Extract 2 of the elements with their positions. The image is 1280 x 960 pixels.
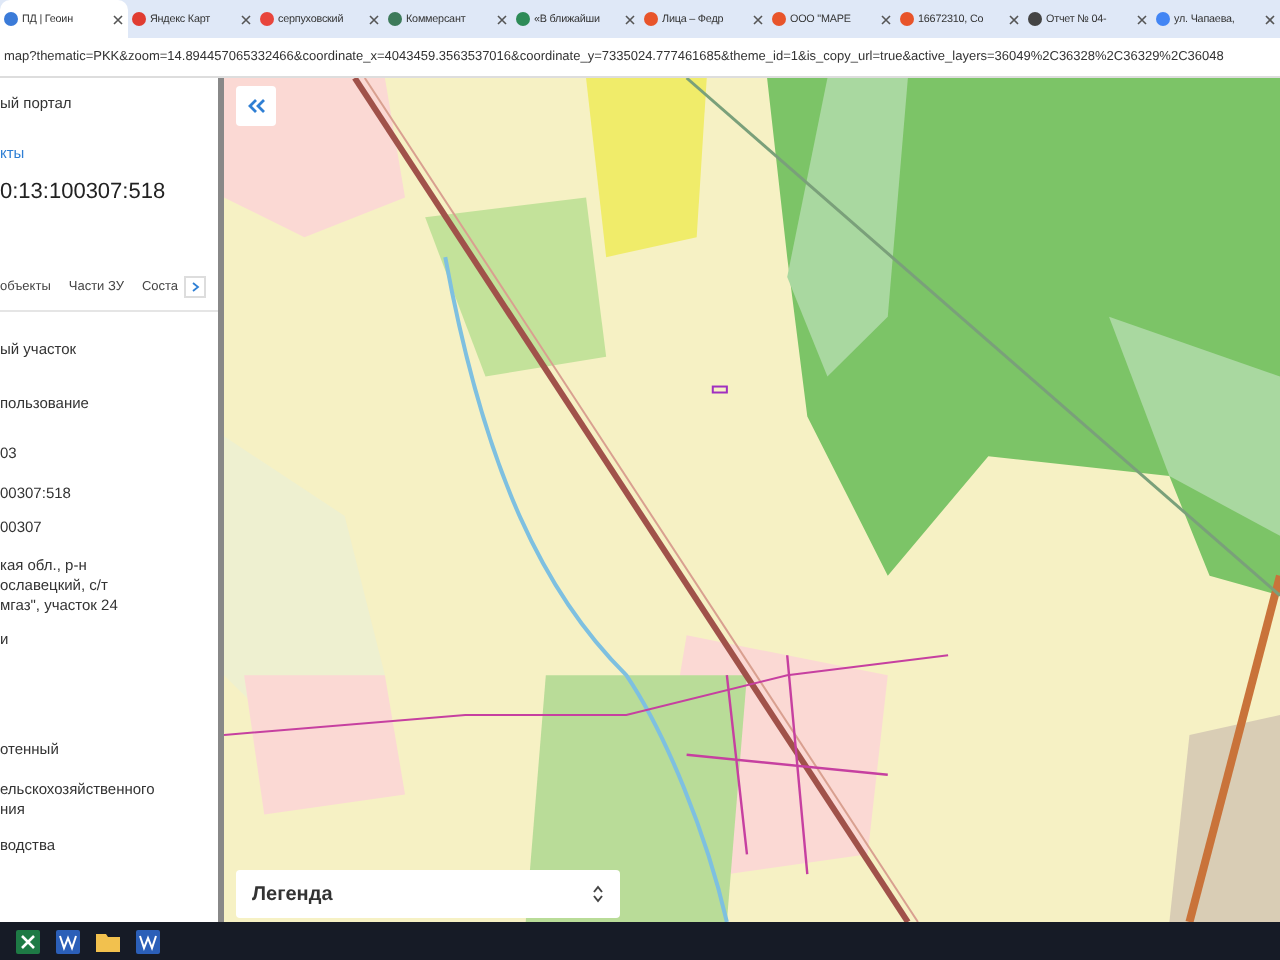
cadastral-number: 0:13:100307:518 — [0, 180, 168, 204]
legend-dropdown[interactable]: Легенда — [236, 870, 620, 918]
